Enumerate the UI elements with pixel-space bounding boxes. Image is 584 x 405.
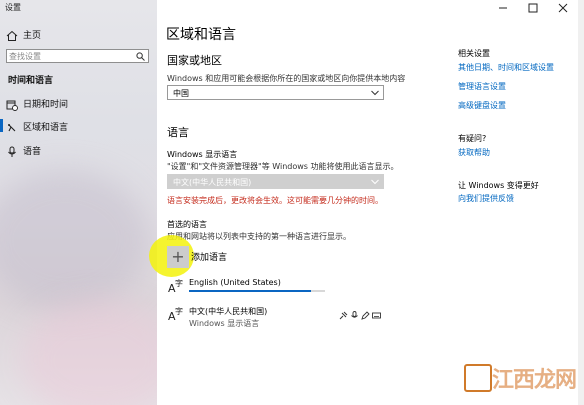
keyboard-icon [372, 305, 381, 319]
search-icon[interactable] [136, 52, 145, 61]
help-heading: 有疑问? [458, 134, 487, 143]
add-language-button[interactable]: + [167, 246, 189, 268]
minimize-button[interactable] [488, 0, 518, 14]
language-heading: 语言 [167, 126, 189, 139]
search-input[interactable] [9, 50, 131, 62]
display-language-description: "设置"和"文件资源管理器"等 Windows 功能将使用此语言显示。 [167, 162, 399, 171]
language-warning: 语言安装完成后，更改将会生效。这可能需要几分钟的时间。 [167, 196, 383, 205]
calendar-clock-icon [6, 96, 18, 111]
country-select-value: 中国 [173, 89, 189, 98]
background-blur [20, 300, 157, 405]
sidebar-item-speech[interactable]: 语音 [0, 140, 157, 160]
microphone-icon [6, 143, 18, 157]
maximize-icon [528, 3, 538, 13]
maximize-button[interactable] [518, 0, 548, 14]
language-sub-label: Windows 显示语言 [189, 319, 260, 328]
language-name: 中文(中华人民共和国) [189, 307, 268, 316]
search-box[interactable] [6, 49, 149, 63]
preferred-languages-heading: 首选的语言 [167, 220, 207, 229]
language-name: English (United States) [189, 278, 281, 287]
region-language-icon [6, 119, 18, 132]
feedback-heading: 让 Windows 变得更好 [458, 181, 539, 190]
display-language-label: Windows 显示语言 [167, 150, 238, 159]
section-title: 时间和语言 [8, 76, 54, 86]
window-title: 设置 [5, 3, 21, 12]
sidebar-item-date-time[interactable]: 日期和时间 [0, 93, 157, 113]
sidebar: 设置 主页 时间和语言 日期和时间 区域和语言 语音 [0, 0, 157, 405]
language-glyph-icon: A字 [168, 278, 183, 295]
page-title: 区域和语言 [166, 27, 236, 43]
sidebar-item-label: 主页 [23, 31, 42, 41]
close-button[interactable] [548, 0, 578, 14]
watermark-text: 江西龙网 [492, 367, 577, 393]
chevron-down-icon [371, 90, 379, 96]
sidebar-item-label: 区域和语言 [23, 123, 69, 133]
scrollbar[interactable] [578, 0, 584, 405]
chevron-down-icon [371, 179, 379, 185]
related-settings-heading: 相关设置 [458, 49, 490, 58]
close-icon [558, 3, 568, 13]
sidebar-item-label: 日期和时间 [23, 100, 69, 110]
plus-icon: + [171, 247, 185, 266]
link-get-help[interactable]: 获取帮助 [458, 147, 490, 158]
link-advanced-keyboard[interactable]: 高级键盘设置 [458, 100, 506, 111]
minimize-icon [499, 7, 507, 9]
sidebar-item-home[interactable]: 主页 [0, 24, 157, 44]
home-icon [6, 27, 18, 41]
language-pack-icon [339, 305, 348, 320]
svg-text:字: 字 [175, 306, 183, 316]
preferred-languages-description: 应用和网站将以列表中支持的第一种语言进行显示。 [167, 232, 351, 241]
country-select[interactable]: 中国 [167, 85, 384, 100]
language-install-progress [189, 290, 325, 292]
link-language-settings[interactable]: 管理语言设置 [458, 81, 506, 92]
handwriting-icon [361, 305, 370, 320]
svg-text:字: 字 [175, 278, 183, 288]
background-blur [0, 170, 150, 310]
sidebar-item-region-language[interactable]: 区域和语言 [0, 116, 157, 136]
link-additional-date-time-region[interactable]: 其他日期、时间和区域设置 [458, 62, 554, 73]
watermark-logo [464, 364, 492, 392]
speech-icon [350, 305, 359, 318]
language-glyph-icon: A字 [168, 306, 183, 323]
display-language-select: 中文(中华人民共和国) [167, 174, 384, 189]
add-language-label[interactable]: 添加语言 [191, 250, 227, 263]
country-heading: 国家或地区 [167, 54, 222, 67]
country-description: Windows 和应用可能会根据你所在的国家或地区向你提供本地内容 [167, 74, 406, 83]
link-give-feedback[interactable]: 向我们提供反馈 [458, 193, 514, 204]
display-language-value: 中文(中华人民共和国) [173, 178, 252, 187]
sidebar-item-label: 语音 [23, 147, 42, 157]
